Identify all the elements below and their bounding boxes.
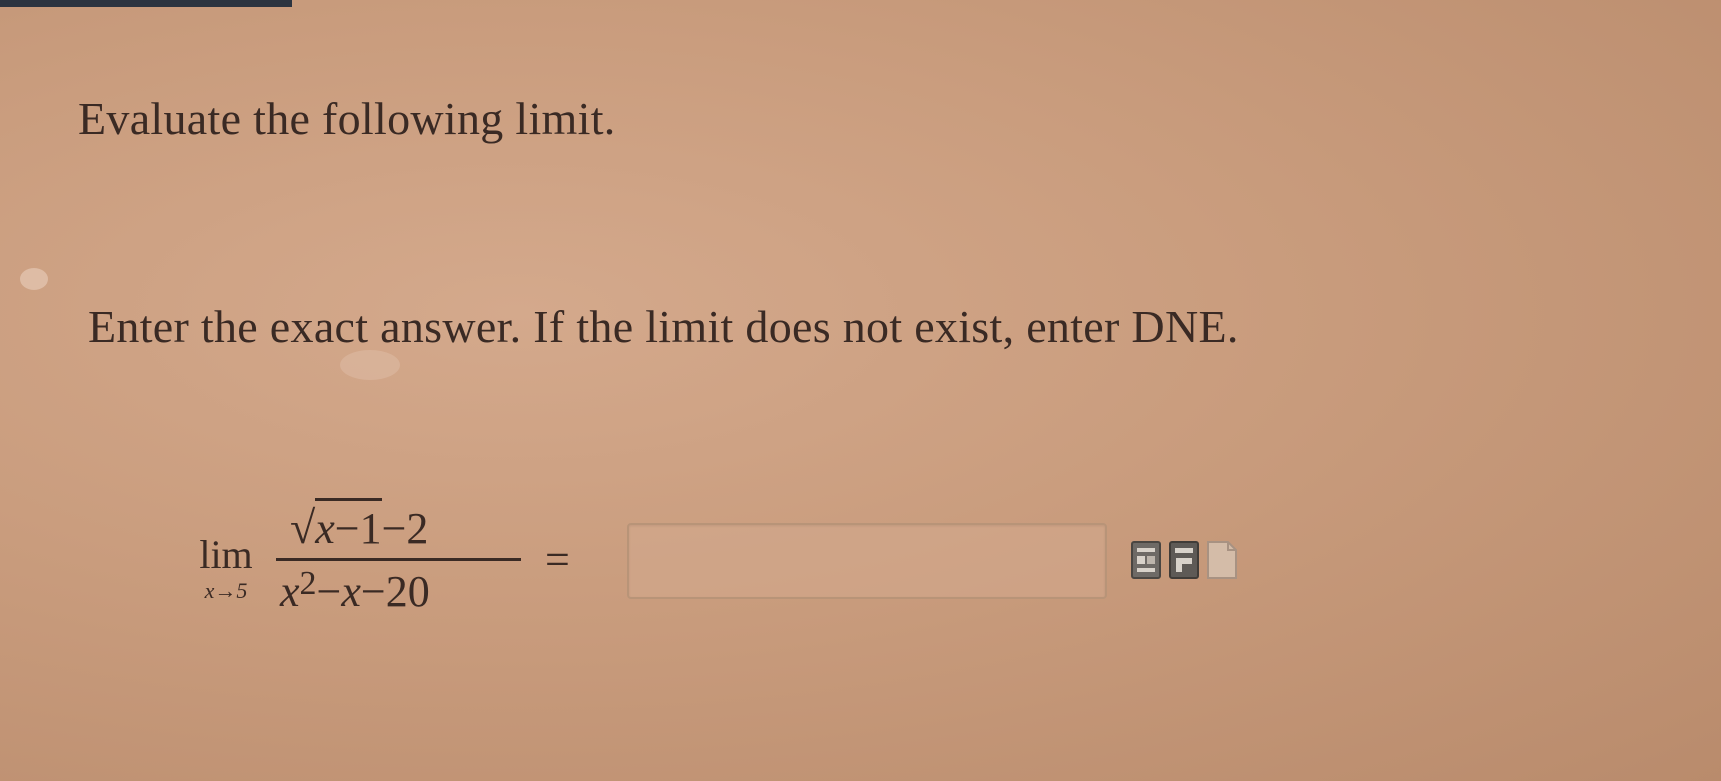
radical-sign-icon: √ [290, 502, 316, 553]
lim-subscript: x→5 [204, 578, 248, 603]
blank-document-icon[interactable] [1206, 540, 1238, 580]
denominator-operator: − [316, 567, 342, 616]
denominator-operator: − [360, 567, 386, 616]
denominator-base: x [280, 567, 300, 616]
limit-fraction: √x−1 −2 x2−x−20 [276, 498, 526, 628]
denominator-variable: x [341, 567, 361, 616]
photo-glare [20, 268, 48, 290]
fraction-denominator: x2−x−20 [280, 565, 430, 622]
radicand-operator: − [334, 504, 360, 553]
limit-operator: lim x→5 [185, 535, 267, 603]
question-prompt: Evaluate the following limit. [78, 93, 616, 144]
numerator-tail: −2 [381, 504, 429, 553]
answer-input[interactable] [627, 523, 1107, 599]
equals-sign: = [545, 535, 570, 584]
equation-editor-icon[interactable] [1130, 540, 1162, 580]
lim-word: lim [199, 532, 253, 577]
answer-tools [1130, 540, 1238, 580]
denominator-exponent: 2 [299, 565, 317, 602]
square-root: √x−1 [290, 498, 382, 555]
top-bar [0, 0, 292, 7]
fraction-bar [276, 558, 521, 561]
radicand: x−1 [315, 498, 382, 555]
radicand-variable: x [315, 504, 335, 553]
question-instructions: Enter the exact answer. If the limit doe… [88, 301, 1239, 352]
denominator-number: 20 [385, 567, 430, 616]
radicand-number: 1 [359, 504, 382, 553]
fraction-numerator: √x−1 −2 [290, 498, 428, 555]
formula-template-icon[interactable] [1168, 540, 1200, 580]
photo-glare [340, 350, 400, 380]
